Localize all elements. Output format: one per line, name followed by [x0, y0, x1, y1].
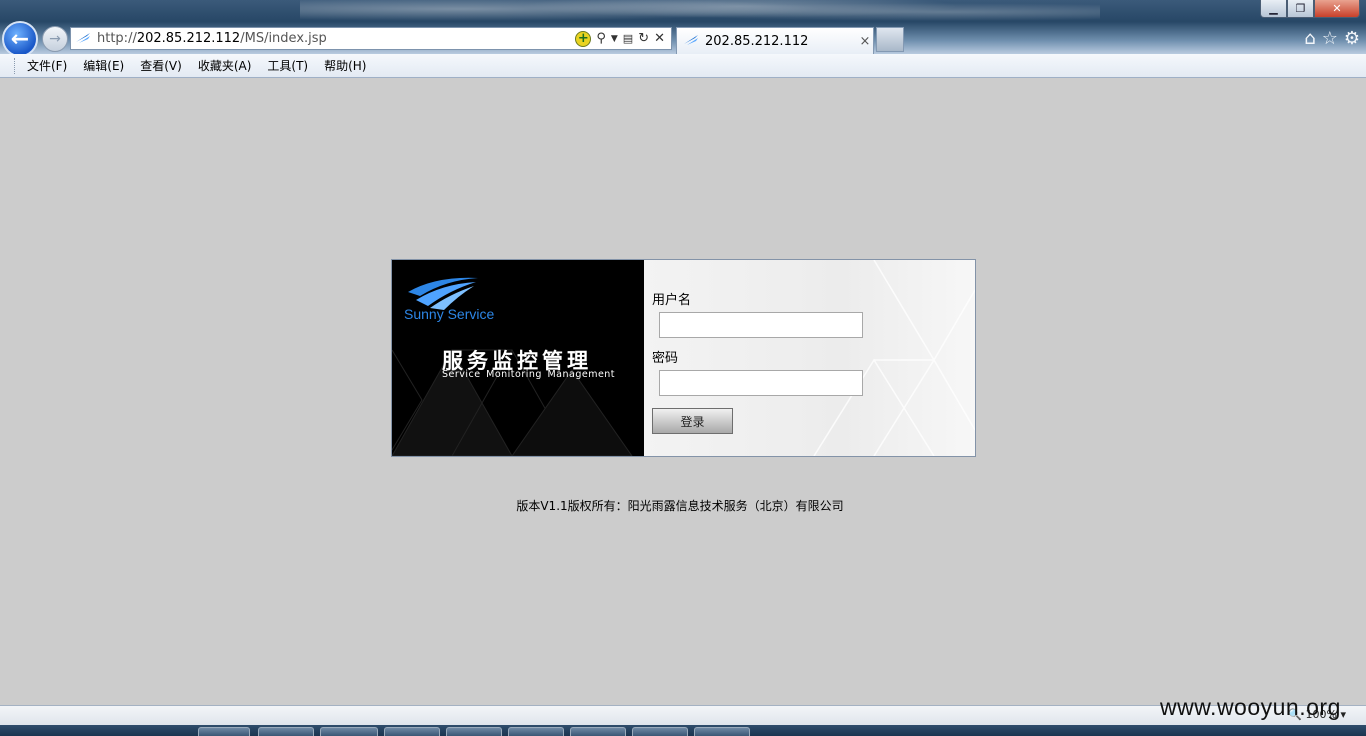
home-icon[interactable]: ⌂	[1304, 28, 1315, 49]
page-content: Sunny Service 服务监控管理 Service Monitoring …	[0, 79, 1366, 705]
tab-favicon-icon	[683, 34, 699, 49]
refresh-icon[interactable]: ↻	[638, 31, 649, 46]
password-input[interactable]	[659, 370, 863, 396]
site-favicon-icon	[75, 32, 91, 46]
address-bar[interactable]: http://202.85.212.112/MS/index.jsp + ⚲ ▼…	[70, 27, 672, 50]
close-window-button[interactable]: ✕	[1314, 0, 1360, 18]
taskbar-item[interactable]	[258, 727, 314, 736]
taskbar-item[interactable]	[632, 727, 688, 736]
back-arrow-icon: ←	[10, 26, 30, 52]
menu-view[interactable]: 查看(V)	[132, 55, 190, 77]
taskbar-item[interactable]	[446, 727, 502, 736]
menu-file[interactable]: 文件(F)	[19, 55, 75, 77]
minimize-button[interactable]: ▁	[1260, 0, 1287, 18]
tab-close-icon[interactable]: ×	[857, 34, 873, 49]
taskbar-item[interactable]	[320, 727, 378, 736]
tab-active[interactable]: 202.85.212.112 ×	[676, 27, 874, 54]
login-panel: Sunny Service 服务监控管理 Service Monitoring …	[391, 259, 976, 457]
address-url[interactable]: http://202.85.212.112/MS/index.jsp	[97, 31, 575, 46]
taskbar-item[interactable]	[198, 727, 250, 736]
gear-icon[interactable]: ⚙	[1344, 28, 1360, 49]
dropdown-arrow-icon[interactable]: ▼	[611, 34, 618, 44]
username-label: 用户名	[652, 293, 692, 308]
forward-arrow-icon: →	[49, 31, 61, 47]
menu-favorites[interactable]: 收藏夹(A)	[190, 55, 260, 77]
password-label: 密码	[652, 351, 679, 366]
background-tabs	[908, 30, 1278, 50]
taskbar-item[interactable]	[384, 727, 440, 736]
taskbar-item[interactable]	[570, 727, 626, 736]
username-input[interactable]	[659, 312, 863, 338]
compatibility-view-icon[interactable]: ▤	[623, 32, 633, 45]
brand-panel: Sunny Service 服务监控管理 Service Monitoring …	[392, 260, 644, 456]
stop-icon[interactable]: ✕	[654, 31, 665, 46]
back-button[interactable]: ←	[2, 21, 38, 57]
menu-edit[interactable]: 编辑(E)	[75, 55, 132, 77]
brand-name: Sunny Service	[404, 306, 495, 322]
copyright-footer: 版本V1.1版权所有：阳光雨露信息技术服务（北京）有限公司	[516, 499, 844, 513]
watermark: www.wooyun.org	[1160, 694, 1341, 720]
tab-title: 202.85.212.112	[705, 33, 809, 49]
maximize-button[interactable]: ❐	[1287, 0, 1314, 18]
browser-command-icons: ⌂ ☆ ⚙	[1304, 28, 1360, 49]
menu-help[interactable]: 帮助(H)	[316, 55, 374, 77]
window-controls: ▁ ❐ ✕	[1260, 0, 1360, 18]
menu-bar: 文件(F) 编辑(E) 查看(V) 收藏夹(A) 工具(T) 帮助(H)	[0, 54, 1366, 78]
address-tools: + ⚲ ▼ ▤ ↻ ✕	[575, 30, 671, 47]
taskbar-item[interactable]	[508, 727, 564, 736]
login-button[interactable]: 登录	[652, 408, 733, 434]
menubar-grip	[14, 57, 17, 74]
new-tab-button[interactable]	[876, 27, 904, 52]
login-form-panel: 用户名 密码 登录	[644, 260, 975, 456]
forward-button[interactable]: →	[42, 26, 68, 52]
taskbar	[0, 725, 1366, 736]
system-title-en: Service Monitoring Management	[442, 369, 616, 380]
taskbar-item[interactable]	[694, 727, 750, 736]
search-icon[interactable]: ⚲	[596, 31, 606, 46]
addon-plus-icon[interactable]: +	[575, 30, 592, 47]
menu-tools[interactable]: 工具(T)	[259, 55, 316, 77]
star-icon[interactable]: ☆	[1322, 28, 1338, 49]
